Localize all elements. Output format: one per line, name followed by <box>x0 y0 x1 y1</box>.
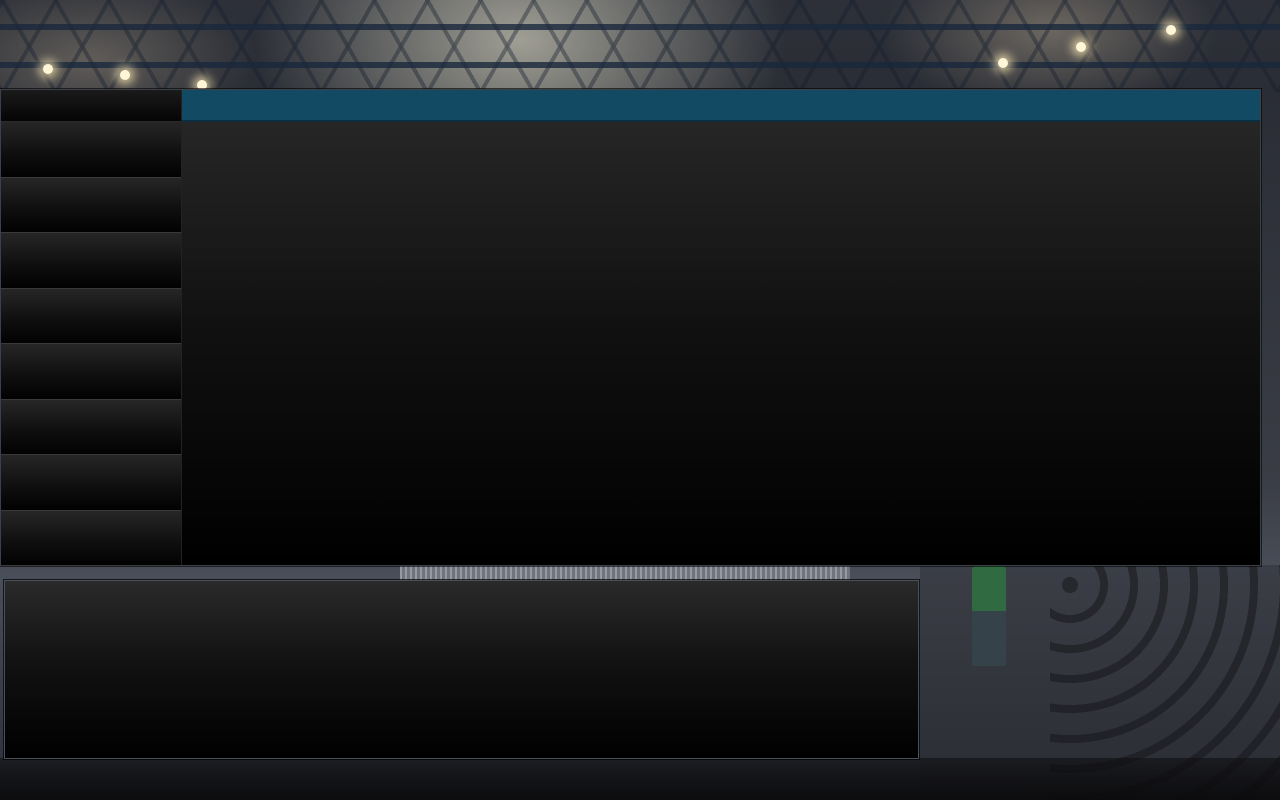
front-crowd <box>0 758 1280 800</box>
spotlight <box>1166 25 1176 35</box>
menu-item-8[interactable] <box>1 510 181 566</box>
spotlight <box>998 58 1008 68</box>
menu-item-7[interactable] <box>1 455 181 511</box>
content-body <box>182 122 1260 565</box>
spotlight <box>120 70 130 80</box>
referee-figure <box>972 566 1006 666</box>
menu-item-4[interactable] <box>1 288 181 344</box>
menu-item-1[interactable] <box>1 122 181 178</box>
lighting-truss <box>0 0 1280 92</box>
menu-item-6[interactable] <box>1 399 181 455</box>
spotlight <box>1076 42 1086 52</box>
menu-sidebar <box>1 90 181 566</box>
main-menu-panel <box>0 89 1261 566</box>
menu-item-3[interactable] <box>1 233 181 289</box>
truss-beam <box>0 62 1280 68</box>
spotlight <box>43 64 53 74</box>
menu-item-2[interactable] <box>1 177 181 233</box>
menu-item-5[interactable] <box>1 344 181 400</box>
content-header <box>182 90 1260 122</box>
info-panel <box>4 580 919 759</box>
truss-beam <box>0 24 1280 30</box>
content-area <box>181 90 1260 565</box>
sidebar-header <box>1 90 181 122</box>
